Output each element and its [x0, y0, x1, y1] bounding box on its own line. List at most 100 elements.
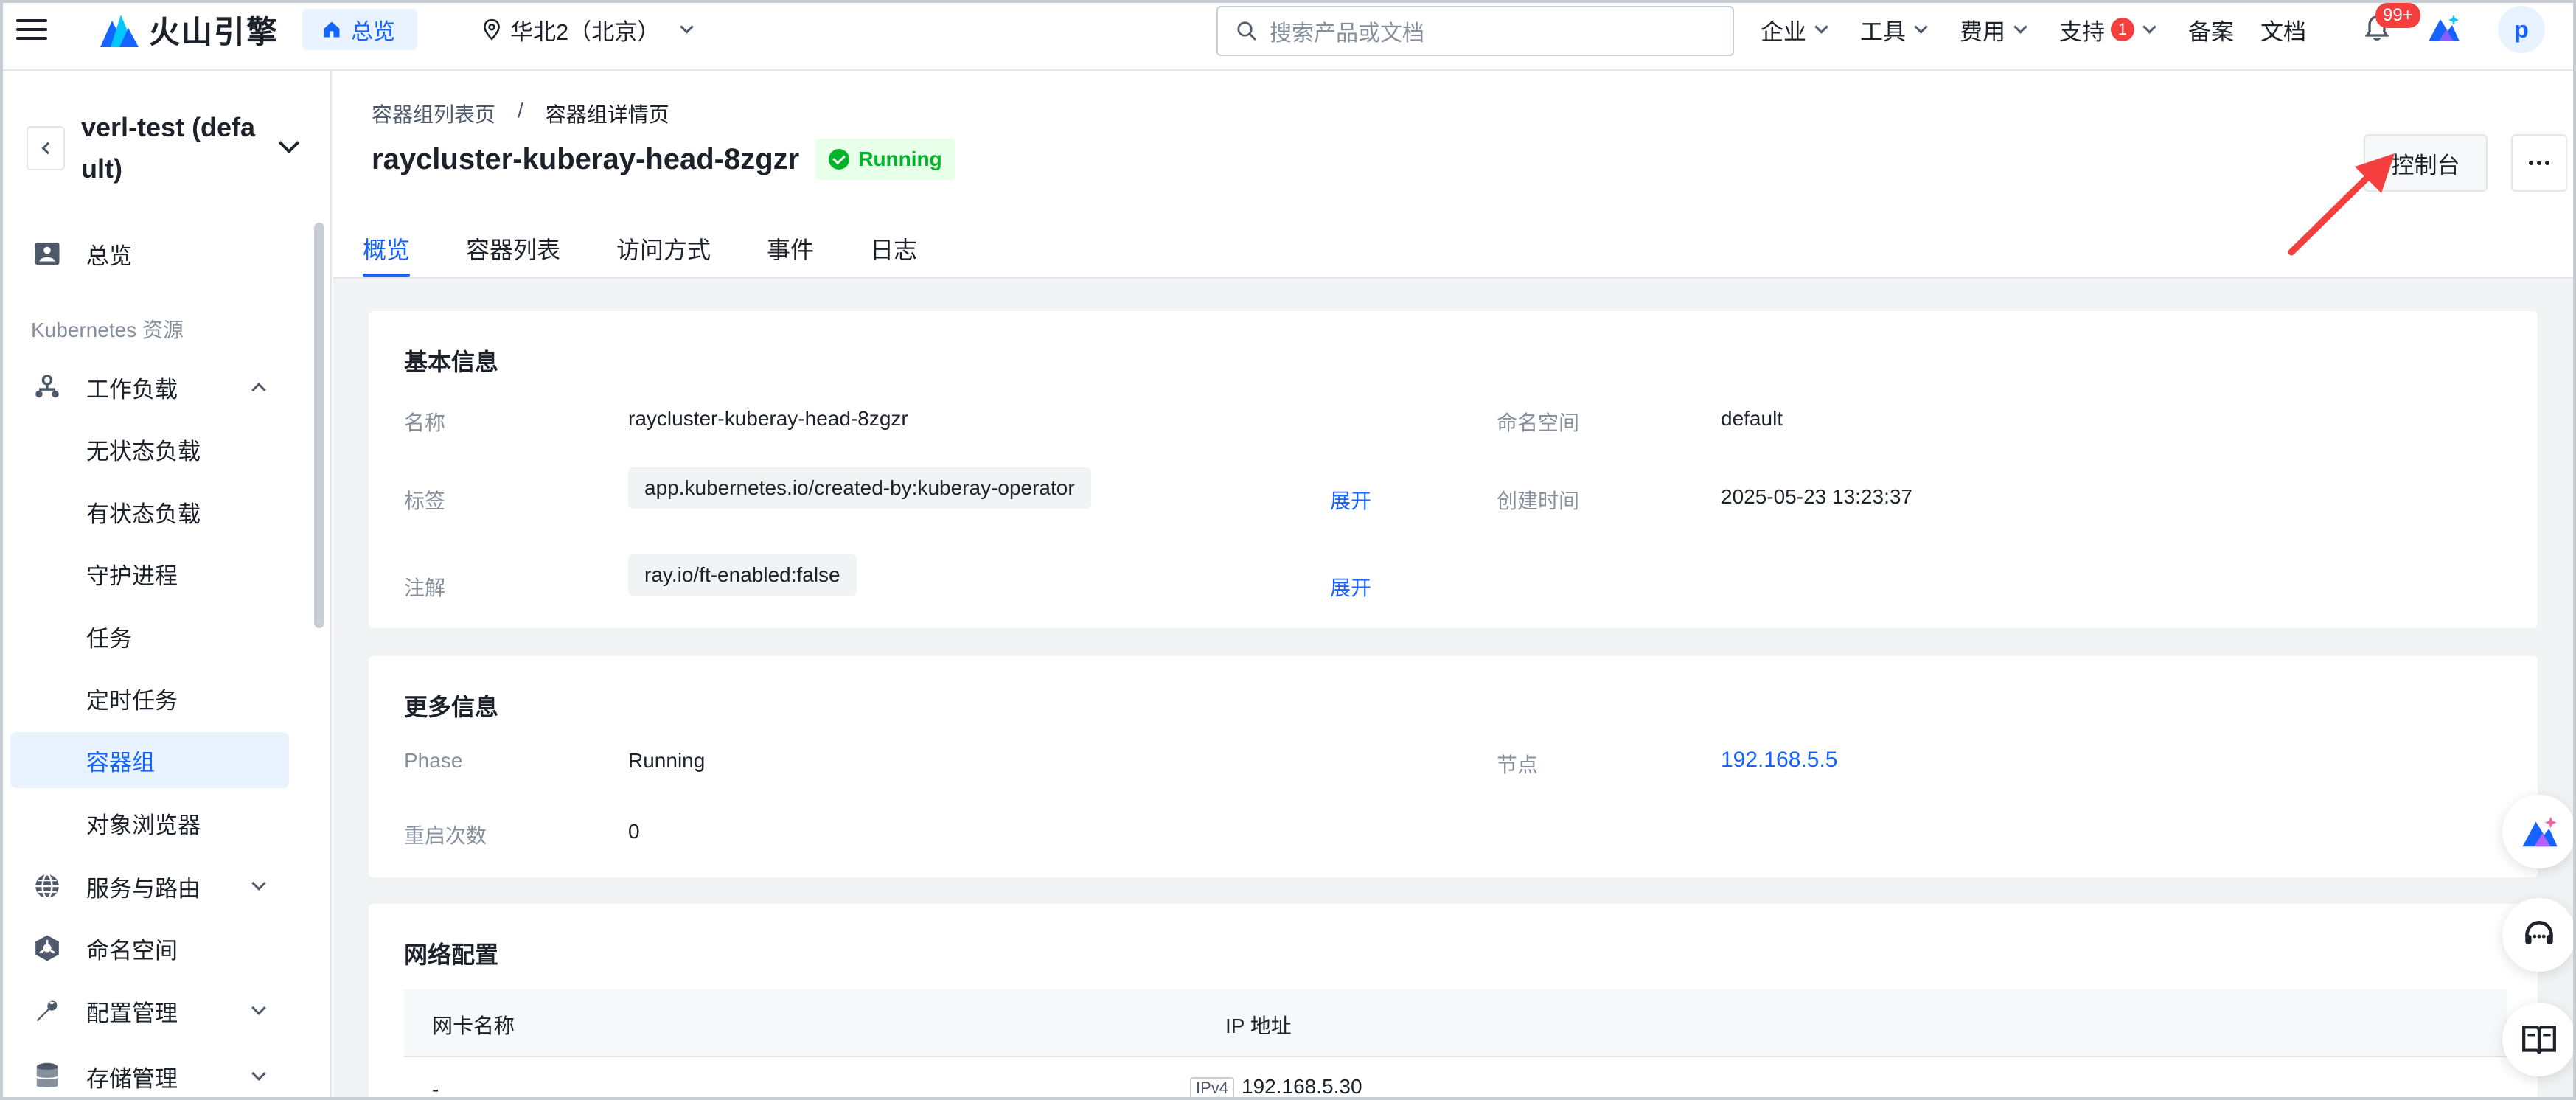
namespace-value: default [1721, 407, 1783, 430]
nav-billing-label: 费用 [1960, 18, 2005, 45]
annotation-chip: ray.io/ft-enabled:false [628, 554, 857, 596]
book-icon [2522, 1026, 2556, 1054]
sidebar-item-label: 任务 [86, 625, 132, 652]
ai-assistant-icon [2522, 816, 2558, 847]
page-title: raycluster-kuberay-head-8zgzr [372, 142, 800, 175]
nav-docs-label: 文档 [2260, 18, 2306, 45]
breadcrumb-current: 容器组详情页 [545, 103, 669, 126]
brand-logo[interactable]: 火山引擎 [97, 7, 279, 52]
card-title: 更多信息 [404, 694, 499, 720]
nic-name-cell: - [432, 1078, 439, 1100]
ai-assistant-icon[interactable] [2426, 12, 2461, 44]
more-info-card: 更多信息 Phase Running 节点 192.168.5.5 重启次数 0 [369, 656, 2538, 877]
sidebar-group-title: Kubernetes 资源 [31, 318, 184, 341]
nav-tools[interactable]: 工具 [1860, 13, 1928, 46]
tab-containers[interactable]: 容器列表 [466, 220, 560, 277]
tab-events[interactable]: 事件 [767, 220, 814, 277]
sidebar-item-pods[interactable]: 容器组 [10, 732, 289, 788]
sidebar-item-storage[interactable]: 存储管理 [10, 1048, 289, 1100]
ip-type-tag: IPv4 [1190, 1076, 1235, 1099]
sidebar-item-label: 容器组 [86, 749, 155, 776]
home-overview-button[interactable]: 总览 [302, 9, 417, 50]
tab-access[interactable]: 访问方式 [616, 220, 711, 277]
nav-docs[interactable]: 文档 [2260, 13, 2306, 46]
annotations-label: 注解 [404, 577, 446, 599]
sidebar-item-label: 有状态负载 [86, 501, 201, 527]
breadcrumb-pod-list[interactable]: 容器组列表页 [372, 99, 495, 128]
labels-label: 标签 [404, 490, 446, 512]
cluster-selector[interactable]: verl-test (default) [27, 108, 307, 189]
sidebar-item-label: 守护进程 [86, 563, 178, 589]
top-navigation-bar: 火山引擎 总览 华北2（北京） 搜索产品或文档 企业 工具 费用 支持 1 备案… [0, 0, 2576, 71]
status-text: Running [858, 147, 942, 170]
ip-address-cell: IPv4 192.168.5.30 [1190, 1075, 1362, 1099]
more-actions-button[interactable] [2511, 134, 2567, 192]
sidebar-scrollbar[interactable] [314, 223, 324, 628]
sidebar-item-label: 命名空间 [86, 937, 178, 964]
search-box[interactable]: 搜索产品或文档 [1216, 6, 1734, 56]
sidebar-item-statefulsets[interactable]: 有状态负载 [10, 484, 289, 540]
sidebar-item-config[interactable]: 配置管理 [10, 983, 289, 1039]
breadcrumb: 容器组列表页 / 容器组详情页 [372, 99, 669, 128]
column-header-nic: 网卡名称 [432, 1014, 515, 1037]
hamburger-menu-icon[interactable] [16, 15, 47, 44]
sidebar-item-label: 工作负载 [86, 376, 178, 403]
workload-icon [32, 372, 62, 402]
home-label: 总览 [351, 20, 395, 44]
sidebar-item-deployments[interactable]: 无状态负载 [10, 421, 289, 477]
console-button[interactable]: 控制台 [2364, 134, 2488, 192]
sidebar-item-label: 无状态负载 [86, 438, 201, 464]
tab-logs[interactable]: 日志 [870, 220, 917, 277]
nav-support-label: 支持 [2059, 18, 2105, 45]
notification-count-badge: 99+ [2375, 3, 2420, 28]
sidebar-item-daemonsets[interactable]: 守护进程 [10, 546, 289, 602]
sidebar-item-label: 配置管理 [86, 1000, 178, 1026]
chevron-down-icon [251, 1000, 266, 1015]
expand-annotations-link[interactable]: 展开 [1330, 572, 1371, 602]
headset-icon [2525, 921, 2553, 944]
main-content: 容器组列表页 / 容器组详情页 raycluster-kuberay-head-… [333, 71, 2573, 1100]
more-icon [2529, 161, 2533, 165]
chevron-down-icon [680, 19, 694, 34]
sidebar-item-jobs[interactable]: 任务 [10, 608, 289, 664]
chevron-down-icon [1914, 19, 1928, 34]
sidebar-item-object-browser[interactable]: 对象浏览器 [10, 795, 289, 851]
node-link[interactable]: 192.168.5.5 [1721, 748, 1837, 773]
sidebar-item-namespace[interactable]: 命名空间 [10, 920, 289, 976]
expand-labels-link[interactable]: 展开 [1330, 485, 1371, 515]
name-value: raycluster-kuberay-head-8zgzr [628, 407, 908, 430]
restart-count-value: 0 [628, 820, 640, 843]
floating-ai-button[interactable] [2502, 795, 2576, 868]
namespace-icon [32, 933, 62, 963]
chevron-down-icon [251, 1066, 266, 1081]
column-header-ip: IP 地址 [1225, 1014, 1292, 1037]
nav-support[interactable]: 支持 1 [2059, 13, 2156, 46]
status-badge: Running [815, 139, 955, 180]
chevron-up-icon [251, 383, 266, 397]
dashboard-icon [32, 239, 62, 268]
nav-enterprise[interactable]: 企业 [1761, 13, 1828, 46]
region-selector[interactable]: 华北2（北京） [482, 10, 694, 49]
sidebar-item-service-routing[interactable]: 服务与路由 [10, 858, 289, 914]
chevron-down-icon [251, 876, 266, 891]
page-header: 容器组列表页 / 容器组详情页 raycluster-kuberay-head-… [333, 71, 2573, 279]
breadcrumb-separator: / [518, 99, 523, 122]
phase-label: Phase [404, 749, 463, 772]
chevron-down-icon [1814, 19, 1828, 34]
nav-billing[interactable]: 费用 [1960, 13, 2027, 46]
wrench-icon [32, 996, 62, 1026]
sidebar-item-label: 定时任务 [86, 687, 178, 714]
user-avatar[interactable]: p [2498, 6, 2545, 53]
location-pin-icon [484, 18, 500, 41]
table-header: 网卡名称 IP 地址 [404, 989, 2507, 1057]
floating-support-button[interactable] [2502, 898, 2576, 972]
floating-docs-button[interactable] [2502, 1003, 2576, 1076]
sidebar-item-overview[interactable]: 总览 [10, 226, 289, 282]
back-button[interactable] [27, 126, 65, 170]
sidebar-item-workload[interactable]: 工作负载 [10, 359, 289, 415]
nav-filing[interactable]: 备案 [2188, 13, 2234, 46]
nav-filing-label: 备案 [2188, 18, 2234, 45]
sidebar-item-cronjobs[interactable]: 定时任务 [10, 670, 289, 726]
tab-overview[interactable]: 概览 [363, 220, 411, 277]
brand-name: 火山引擎 [149, 14, 279, 49]
